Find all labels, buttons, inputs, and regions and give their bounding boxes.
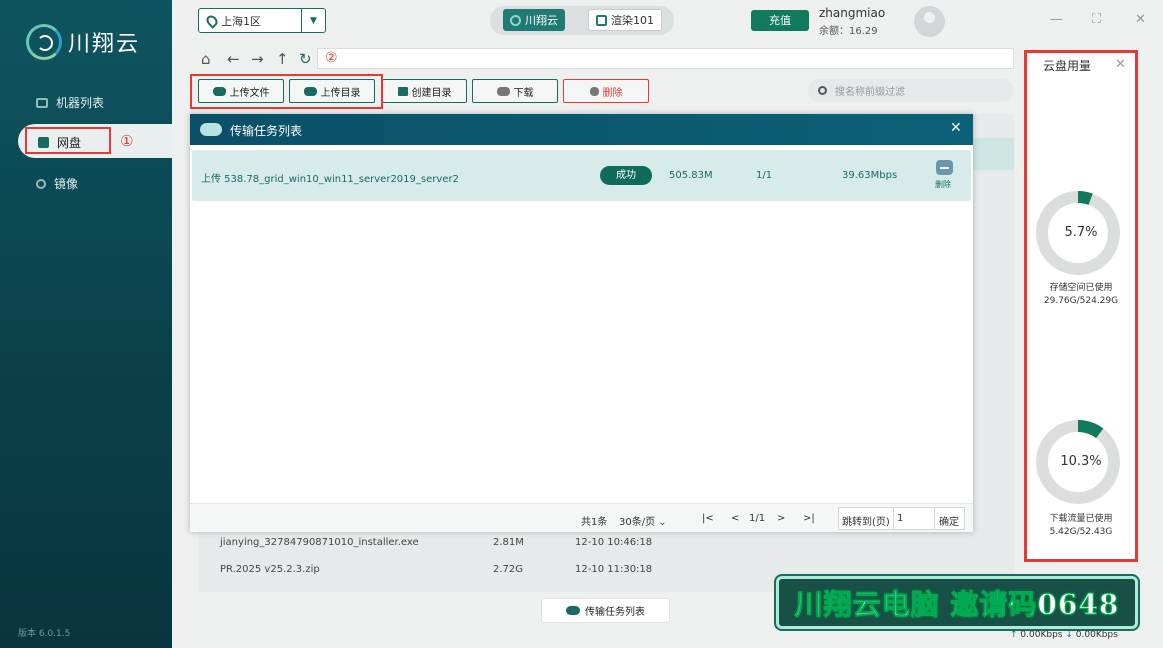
traffic-percent: 10.3% [1060,454,1102,469]
maximize-icon[interactable]: ⛶ [1092,12,1101,27]
chevron-down-icon[interactable]: ▼ [301,9,325,32]
page-size-select[interactable]: 30条/页 ⌄ [619,513,667,528]
recharge-button[interactable]: 充值 [751,10,809,31]
traffic-caption: 下载流量已使用 [1049,514,1113,524]
annotation-box-upload [190,74,383,109]
file-size: 2.72G [493,564,524,575]
download-arrow-icon: ↓ [1065,630,1073,640]
chevron-down-icon: ⌄ [658,517,667,528]
app-logo: 川翔云 [26,24,140,60]
add-folder-icon [397,86,408,96]
file-time: 12-10 11:30:18 [575,564,653,575]
tab-label: 川翔云 [525,14,558,27]
banner-text: 川翔云电脑 邀请码0648 [794,587,1120,621]
sidebar-item-images[interactable]: 镜像 [36,175,78,192]
button-label: 删除 [602,87,623,99]
close-icon[interactable]: ✕ [1115,57,1126,72]
search-placeholder: 搜名称前缀过滤 [835,87,905,98]
storage-percent: 5.7% [1064,225,1098,240]
image-icon [36,178,46,189]
home-icon[interactable]: ⌂ [201,50,211,68]
sidebar-item-label: 网盘 [57,136,82,150]
minimize-icon[interactable]: — [1050,12,1063,27]
traffic-value: 5.42G/52.43G [1049,527,1113,537]
cloud-logo-icon [510,14,521,26]
button-label: 下载 [513,87,534,99]
avatar[interactable] [914,6,945,37]
render-logo-icon [596,14,607,26]
task-size: 505.83M [669,170,713,181]
monitor-icon [36,97,48,108]
up-icon[interactable]: ↑ [276,50,289,68]
back-icon[interactable]: ← [227,50,240,68]
file-size: 2.81M [493,537,524,548]
dialog-title: 传输任务列表 [230,124,303,138]
button-label: 创建目录 [411,87,452,99]
sidebar-item-label: 机器列表 [56,96,105,110]
task-delete-button[interactable]: 删除 [935,179,951,190]
close-icon[interactable]: ✕ [1135,12,1146,27]
tab-label: 渲染101 [611,14,654,27]
file-time: 12-10 10:46:18 [575,537,653,548]
refresh-icon[interactable]: ↻ [299,50,312,68]
search-input[interactable]: 搜名称前缀过滤 [808,79,1014,102]
status-badge: 成功 [600,166,652,185]
annotation-number-1: ① [120,132,134,150]
task-speed: 39.63Mbps [842,170,898,181]
disk-icon [38,137,49,148]
delete-button[interactable]: 删除 [563,79,649,103]
storage-value: 29.76G/524.29G [1043,296,1119,306]
region-select[interactable]: 上海1区 ▼ [198,8,326,33]
storage-caption: 存储空间已使用 [1049,283,1113,293]
jump-label: 跳转到(页) [842,517,890,528]
task-name: 上传 538.78_grid_win10_win11_server2019_se… [201,174,459,185]
cloud-transfer-icon [200,123,222,136]
annotation-number-2: ② [325,50,338,66]
upload-speed: 0.00Kbps [1020,630,1063,640]
version-label: 版本 6.0.1.5 [18,629,71,639]
transfer-list-tab[interactable]: 传输任务列表 [541,598,670,623]
username: zhangmiao [819,6,886,20]
cloud-download-icon [496,86,510,96]
panel-title: 云盘用量 [1043,59,1092,73]
prev-page-icon[interactable]: < [731,513,739,524]
logo-icon [26,24,62,60]
confirm-button[interactable]: 确定 [939,513,959,528]
last-page-icon[interactable]: >| [803,513,815,524]
tab-label: 传输任务列表 [585,607,645,618]
sidebar-item-machines[interactable]: 机器列表 [36,94,104,111]
page-indicator: 1/1 [749,513,766,524]
sidebar-item-label: 镜像 [54,177,79,191]
selected-row-edge [972,138,1014,170]
file-name[interactable]: PR.2025 v25.2.3.zip [220,564,320,575]
download-button[interactable]: 下载 [472,79,558,103]
first-page-icon[interactable]: |< [702,513,714,524]
dialog-header [190,114,973,145]
total-count: 共1条 [581,517,608,528]
search-icon [818,86,827,95]
speed-indicator: ↑ 0.00Kbps ↓ 0.00Kbps [1010,630,1118,640]
path-bar[interactable] [317,48,1014,69]
app-name: 川翔云 [68,32,141,57]
tab-render101[interactable]: 渲染101 [588,9,662,31]
cloud-icon [566,606,580,615]
download-speed: 0.00Kbps [1075,630,1118,640]
tab-chuanxiangyun[interactable]: 川翔云 [503,9,565,31]
sidebar-item-disk[interactable]: 网盘 [38,134,81,151]
jump-page-input[interactable]: 1 [893,507,935,530]
page-size-value: 30条/页 [619,517,656,528]
upload-arrow-icon: ↑ [1010,630,1018,640]
forward-icon[interactable]: → [251,50,264,68]
remove-icon[interactable] [936,160,953,175]
next-page-icon[interactable]: > [777,513,785,524]
balance: 余额：16.29 [819,26,878,37]
close-icon[interactable]: ✕ [950,120,962,136]
task-progress: 1/1 [756,170,773,181]
file-name[interactable]: jianying_32784790871010_installer.exe [220,537,419,548]
promo-banner: 川翔云电脑 邀请码0648 [776,576,1138,629]
trash-icon [589,86,599,96]
create-folder-button[interactable]: 创建目录 [382,79,467,103]
